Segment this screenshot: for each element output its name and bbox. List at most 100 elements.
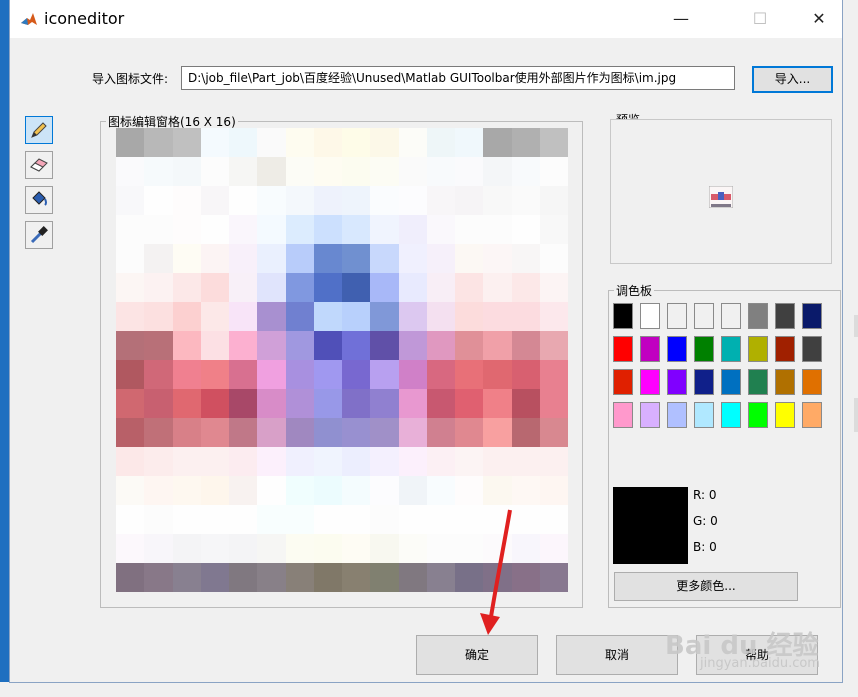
pixel-cell[interactable] [229,476,258,505]
pixel-cell[interactable] [539,215,568,244]
pixel-cell[interactable] [342,418,371,447]
pixel-cell[interactable] [342,505,371,534]
ok-button[interactable]: 确定 [416,635,538,675]
tool-paint-bucket[interactable] [25,186,53,214]
pixel-cell[interactable] [116,157,145,186]
pixel-cell[interactable] [313,331,342,360]
color-swatch[interactable] [694,369,714,395]
pixel-cell[interactable] [144,360,173,389]
pixel-cell[interactable] [539,563,568,592]
pixel-cell[interactable] [539,505,568,534]
pixel-cell[interactable] [539,360,568,389]
pixel-cell[interactable] [455,273,484,302]
pixel-cell[interactable] [370,447,399,476]
pixel-cell[interactable] [172,563,201,592]
import-button[interactable]: 导入... [752,66,833,93]
pixel-cell[interactable] [144,447,173,476]
pixel-cell[interactable] [398,447,427,476]
pixel-cell[interactable] [426,418,455,447]
pixel-cell[interactable] [200,157,229,186]
color-swatch[interactable] [640,303,660,329]
pixel-cell[interactable] [229,273,258,302]
pixel-cell[interactable] [370,128,399,157]
pixel-cell[interactable] [483,476,512,505]
pixel-cell[interactable] [229,186,258,215]
pixel-cell[interactable] [285,418,314,447]
pixel-cell[interactable] [483,157,512,186]
pixel-cell[interactable] [257,505,286,534]
pixel-cell[interactable] [370,244,399,273]
pixel-cell[interactable] [342,273,371,302]
pixel-cell[interactable] [342,360,371,389]
tool-eyedropper[interactable] [25,221,53,249]
pixel-cell[interactable] [172,505,201,534]
pixel-cell[interactable] [116,302,145,331]
pixel-cell[interactable] [511,476,540,505]
pixel-cell[interactable] [342,128,371,157]
pixel-cell[interactable] [539,447,568,476]
pixel-cell[interactable] [426,186,455,215]
pixel-cell[interactable] [172,476,201,505]
pixel-cell[interactable] [116,244,145,273]
pixel-cell[interactable] [144,186,173,215]
pixel-cell[interactable] [539,476,568,505]
pixel-cell[interactable] [144,563,173,592]
pixel-cell[interactable] [172,186,201,215]
pixel-cell[interactable] [426,331,455,360]
pixel-cell[interactable] [539,273,568,302]
pixel-cell[interactable] [285,476,314,505]
pixel-cell[interactable] [370,360,399,389]
pixel-cell[interactable] [200,360,229,389]
pixel-cell[interactable] [455,331,484,360]
pixel-cell[interactable] [455,215,484,244]
pixel-cell[interactable] [116,418,145,447]
pixel-cell[interactable] [483,447,512,476]
pixel-cell[interactable] [398,157,427,186]
color-swatch[interactable] [721,369,741,395]
pixel-cell[interactable] [144,215,173,244]
pixel-cell[interactable] [342,534,371,563]
pixel-cell[interactable] [370,215,399,244]
pixel-cell[interactable] [370,418,399,447]
pixel-cell[interactable] [455,418,484,447]
pixel-cell[interactable] [370,186,399,215]
pixel-cell[interactable] [313,186,342,215]
pixel-cell[interactable] [144,505,173,534]
pixel-cell[interactable] [144,418,173,447]
pixel-cell[interactable] [455,360,484,389]
pixel-cell[interactable] [370,563,399,592]
pixel-cell[interactable] [370,505,399,534]
pixel-cell[interactable] [511,128,540,157]
pixel-cell[interactable] [285,447,314,476]
pixel-cell[interactable] [200,128,229,157]
pixel-cell[interactable] [116,273,145,302]
pixel-cell[interactable] [172,534,201,563]
pixel-cell[interactable] [455,186,484,215]
maximize-button[interactable]: ☐ [737,0,783,38]
pixel-cell[interactable] [144,534,173,563]
pixel-cell[interactable] [511,186,540,215]
color-swatch[interactable] [667,336,687,362]
pixel-cell[interactable] [398,389,427,418]
pixel-cell[interactable] [172,418,201,447]
pixel-cell[interactable] [257,418,286,447]
more-colors-button[interactable]: 更多颜色... [614,572,798,601]
pixel-cell[interactable] [229,331,258,360]
pixel-cell[interactable] [229,447,258,476]
pixel-cell[interactable] [144,128,173,157]
pixel-cell[interactable] [511,302,540,331]
pixel-cell[interactable] [257,157,286,186]
minimize-button[interactable]: — [658,0,704,38]
color-swatch[interactable] [694,303,714,329]
pixel-cell[interactable] [426,389,455,418]
pixel-cell[interactable] [455,447,484,476]
pixel-cell[interactable] [229,302,258,331]
pixel-cell[interactable] [257,389,286,418]
pixel-cell[interactable] [483,128,512,157]
pixel-cell[interactable] [511,360,540,389]
pixel-cell[interactable] [483,331,512,360]
pixel-cell[interactable] [426,157,455,186]
pixel-cell[interactable] [426,273,455,302]
color-swatch[interactable] [640,369,660,395]
pixel-cell[interactable] [426,534,455,563]
